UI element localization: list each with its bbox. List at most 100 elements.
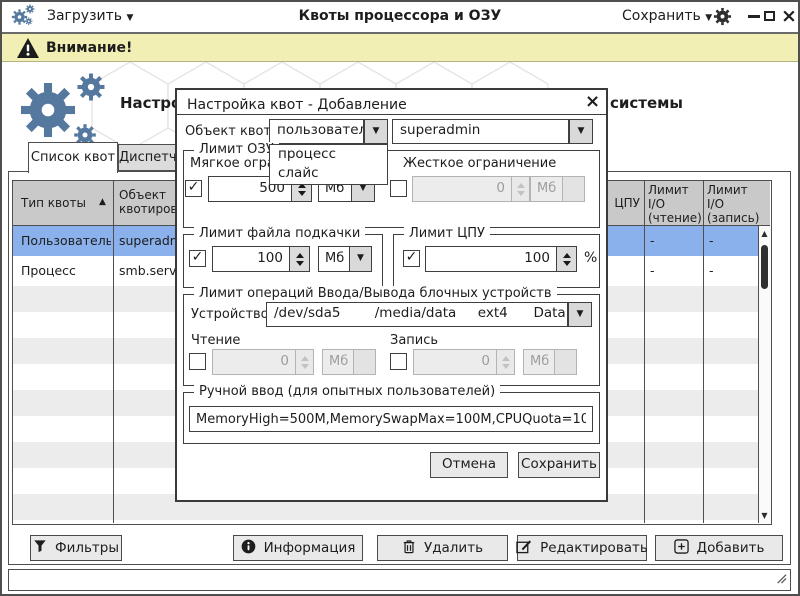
hard-limit-label: Жесткое ограничение — [403, 156, 556, 171]
close-window-button[interactable]: × — [781, 1, 797, 31]
dialog-title-divider — [177, 114, 606, 115]
cpu-limit-spinner[interactable] — [557, 246, 577, 272]
soft-limit-checkbox[interactable]: ✓ — [185, 180, 202, 197]
warning-triangle-icon — [16, 37, 40, 63]
save-button[interactable]: Сохранить — [518, 452, 600, 478]
filter-icon — [33, 539, 47, 557]
trash-icon — [402, 539, 416, 558]
manual-input-legend: Ручной ввод (для опытных пользователей) — [194, 384, 500, 399]
spin-down-icon[interactable] — [298, 191, 306, 196]
spin-up-icon — [301, 356, 309, 361]
spin-up-icon[interactable] — [296, 253, 304, 258]
io-write-value: 0 — [413, 349, 497, 375]
quota-object-type-caret-icon[interactable]: ▼ — [364, 119, 388, 144]
column-divider — [703, 181, 704, 523]
warning-text: Внимание! — [46, 34, 132, 62]
settings-gear-icon[interactable] — [713, 7, 732, 30]
column-divider — [113, 181, 114, 523]
device-label: Устройство: — [191, 307, 273, 322]
quota-object-type-select[interactable]: пользователь — [269, 119, 364, 144]
quota-object-dropdown-list: процесс слайс — [269, 144, 388, 185]
io-read-spinner — [296, 349, 314, 375]
swap-limit-value[interactable]: 100 — [212, 246, 290, 272]
hard-limit-value: 0 — [412, 176, 512, 202]
io-read-unit-caret-icon — [354, 349, 376, 375]
io-read-unit-select: Мб — [322, 349, 354, 375]
dropdown-option-slice[interactable]: слайс — [270, 164, 387, 183]
cpu-limit-checkbox[interactable]: ✓ — [403, 250, 420, 267]
swap-limit-checkbox[interactable]: ✓ — [189, 250, 206, 267]
io-write-spinner — [497, 349, 515, 375]
column-header-io-read[interactable]: Лимит I/O (чтение) — [648, 183, 700, 225]
swap-limit-unit-select[interactable]: Мб — [318, 246, 350, 272]
check-icon: ✓ — [188, 179, 200, 195]
spin-down-icon — [517, 191, 525, 196]
io-limit-legend: Лимит операций Ввода/Вывода блочных устр… — [194, 286, 557, 301]
scrollbar-thumb[interactable] — [761, 245, 768, 289]
filters-button[interactable]: Фильтры — [30, 535, 122, 561]
hard-limit-unit-select: Мб — [530, 176, 563, 202]
cancel-button[interactable]: Отмена — [430, 452, 508, 478]
cpu-limit-unit-label: % — [584, 250, 597, 266]
minimize-button[interactable] — [748, 15, 760, 18]
swap-limit-legend: Лимит файла подкачки — [194, 226, 365, 241]
hard-limit-spinner — [512, 176, 530, 202]
column-header-type[interactable]: Тип квоты — [21, 181, 101, 226]
swap-limit-spinner[interactable] — [290, 246, 310, 272]
sort-ascending-icon: ▲ — [99, 197, 106, 207]
cpu-limit-value[interactable]: 100 — [425, 246, 557, 272]
info-icon — [241, 539, 256, 558]
io-read-label: Чтение — [191, 333, 240, 348]
tab-quota-list[interactable]: Список квот — [28, 142, 118, 173]
add-button-label: Добавить — [697, 540, 765, 556]
maximize-button[interactable] — [764, 11, 775, 21]
quota-settings-dialog: Настройка квот - Добавление × Объект кво… — [175, 88, 608, 502]
resize-grip-icon[interactable] — [774, 569, 787, 588]
edit-button-label: Редактировать — [540, 540, 648, 556]
tab-quota-list-label: Список квот — [31, 150, 115, 165]
dialog-title: Настройка квот - Добавление — [187, 94, 407, 116]
spin-down-icon — [301, 364, 309, 369]
swap-limit-unit-caret-icon[interactable]: ▼ — [350, 246, 372, 272]
edit-button[interactable]: Редактировать — [517, 535, 647, 561]
delete-button[interactable]: Удалить — [377, 535, 508, 561]
spin-up-icon[interactable] — [563, 253, 571, 258]
cpu-limit-legend: Лимит ЦПУ — [404, 226, 490, 241]
io-write-unit-select: Мб — [523, 349, 555, 375]
warning-banner: Внимание! — [0, 34, 800, 62]
check-icon: ✓ — [192, 249, 204, 265]
quota-object-target-select[interactable]: superadmin — [392, 119, 569, 144]
plus-square-icon — [674, 539, 689, 558]
filters-button-label: Фильтры — [55, 540, 119, 556]
column-header-io-write[interactable]: Лимит I/O (запись) — [707, 183, 757, 225]
scroll-up-icon[interactable]: ▲ — [758, 229, 771, 238]
app-window: Загрузить ▼ Квоты процессора и ОЗУ Сохра… — [0, 0, 800, 596]
quota-object-target-caret-icon[interactable]: ▼ — [569, 119, 593, 144]
spin-down-icon[interactable] — [563, 261, 571, 266]
information-button[interactable]: Информация — [233, 535, 363, 561]
save-menu-label: Сохранить — [622, 8, 701, 24]
page-heading-right: системы — [610, 94, 683, 112]
chevron-down-icon: ▼ — [705, 13, 712, 23]
column-divider — [644, 181, 645, 523]
status-bar — [8, 569, 791, 591]
io-write-checkbox[interactable] — [390, 353, 407, 370]
io-read-checkbox[interactable] — [189, 353, 206, 370]
io-write-label: Запись — [390, 333, 438, 348]
device-select[interactable]: /dev/sda5 /media/data ext4 Data — [266, 302, 568, 327]
ram-limit-legend: Лимит ОЗУ — [194, 142, 279, 157]
manual-input-field[interactable] — [189, 406, 593, 432]
save-menu-button[interactable]: Сохранить ▼ — [622, 0, 712, 34]
spin-up-icon — [502, 356, 510, 361]
scroll-down-icon[interactable]: ▼ — [758, 511, 771, 520]
dialog-close-icon[interactable]: × — [585, 91, 600, 113]
spin-down-icon[interactable] — [296, 261, 304, 266]
edit-pencil-icon — [516, 539, 532, 558]
add-button[interactable]: Добавить — [655, 535, 783, 561]
hard-limit-checkbox[interactable] — [390, 180, 407, 197]
io-write-unit-caret-icon — [555, 349, 577, 375]
spin-up-icon — [517, 183, 525, 188]
device-caret-icon[interactable]: ▼ — [568, 302, 592, 327]
information-button-label: Информация — [264, 540, 356, 556]
dropdown-option-process[interactable]: процесс — [270, 145, 387, 164]
